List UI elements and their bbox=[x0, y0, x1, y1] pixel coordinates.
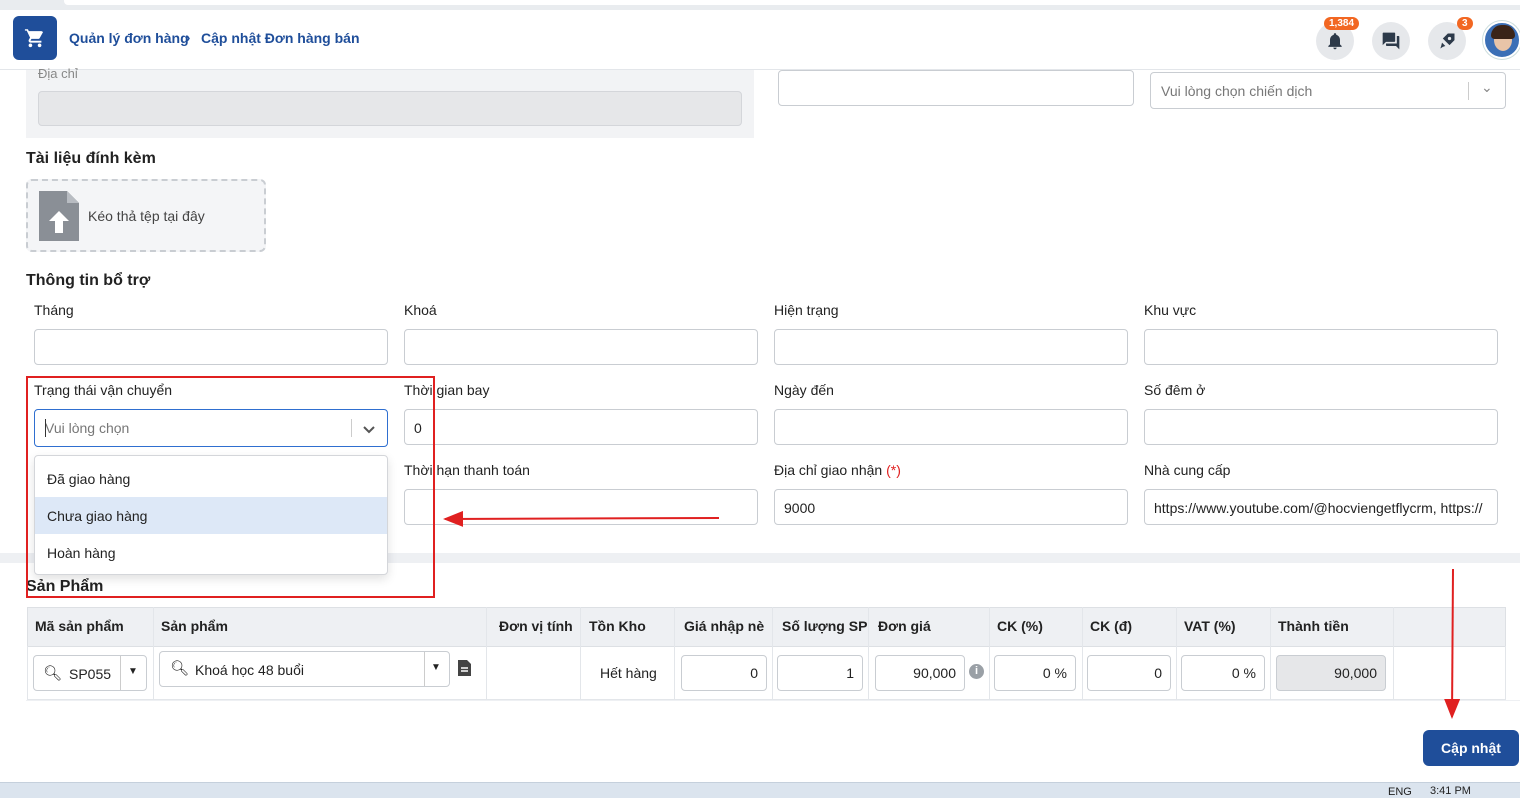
os-taskbar: ENG 3:41 PM bbox=[0, 782, 1520, 798]
taskbar-language[interactable]: ENG bbox=[1388, 786, 1412, 798]
taskbar-time[interactable]: 3:41 PM bbox=[1430, 785, 1471, 797]
annotation-arrow-left bbox=[443, 510, 720, 527]
annotation-arrows bbox=[443, 510, 1461, 719]
annotation-arrow-down bbox=[1444, 568, 1461, 719]
